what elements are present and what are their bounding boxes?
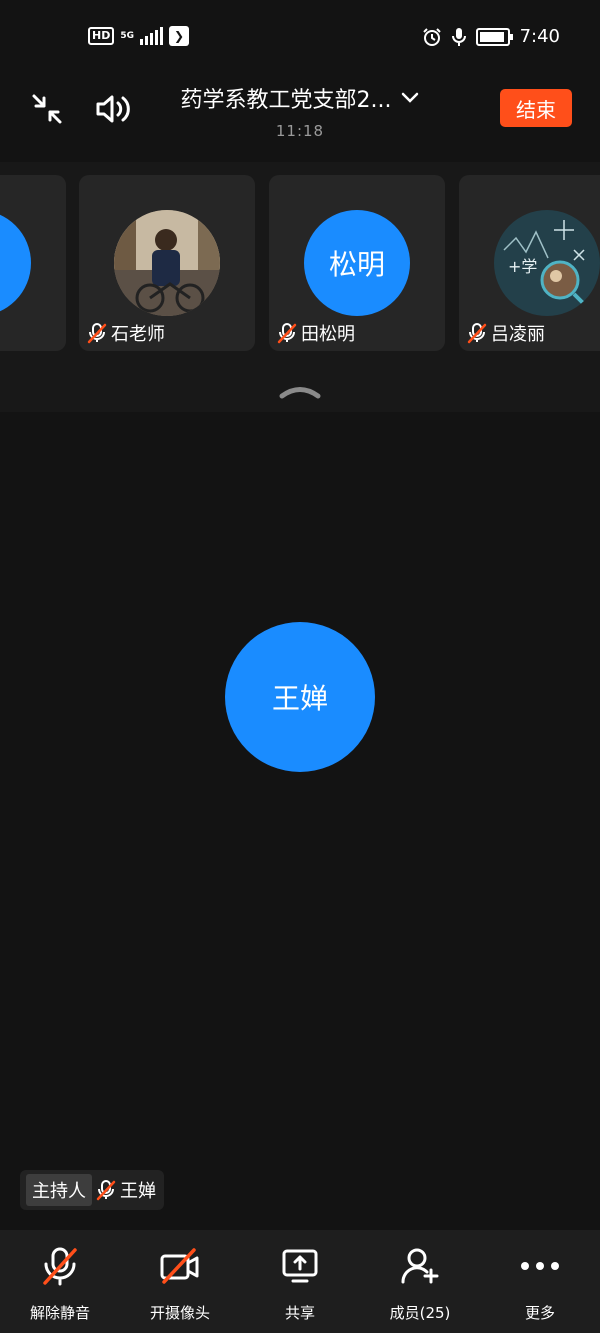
battery-icon <box>475 27 513 46</box>
camera-label: 开摄像头 <box>149 1304 210 1322</box>
avatar-photo: +学 <box>494 210 600 316</box>
mic-muted-icon <box>277 323 297 344</box>
participant-name: 石老师 <box>111 324 165 345</box>
status-left: HD 5G ❯ <box>88 26 189 46</box>
minimize-button[interactable] <box>24 86 70 132</box>
share-label: 共享 <box>284 1304 315 1322</box>
speaker-avatar: 王婵 <box>225 622 375 772</box>
participant-tile[interactable]: 石老师 <box>79 175 255 351</box>
participant-name-row: 吕凌丽 <box>467 320 545 346</box>
alarm-icon <box>422 27 441 46</box>
svg-text:+学: +学 <box>508 257 537 276</box>
clock-time: 7:40 <box>519 26 560 47</box>
unmute-button[interactable]: 解除静音 <box>0 1230 120 1333</box>
speaker-toggle-button[interactable] <box>90 86 136 132</box>
participant-tile[interactable]: +学 吕凌丽 <box>459 175 600 351</box>
camera-button[interactable]: 开摄像头 <box>120 1230 240 1333</box>
add-member-icon <box>400 1246 440 1286</box>
title-row: 药学系教工党支部2... <box>150 82 450 114</box>
mic-muted-icon <box>467 323 487 344</box>
avatar-photo <box>114 210 220 316</box>
status-right: 7:40 <box>422 26 560 47</box>
participant-name: 田松明 <box>301 324 355 345</box>
participant-strip[interactable]: 石老师 松明 田松明 +学 吕凌丽 <box>0 162 600 412</box>
end-meeting-button[interactable]: 结束 <box>500 89 572 127</box>
share-screen-icon <box>280 1246 320 1286</box>
mic-muted-icon <box>40 1246 80 1286</box>
avatar <box>0 210 31 316</box>
speaker-name: 王婵 <box>120 1181 156 1202</box>
collapse-strip-handle[interactable] <box>278 384 322 403</box>
meeting-title: 药学系教工党支部2... <box>180 88 392 113</box>
participant-tile-partial[interactable] <box>0 175 66 351</box>
members-label: 成员(25) <box>389 1304 451 1322</box>
chevron-down-icon <box>402 92 419 103</box>
avatar-initials: 松明 <box>304 210 410 316</box>
more-button[interactable]: 更多 <box>480 1230 600 1333</box>
meeting-title-area[interactable]: 药学系教工党支部2... 11:18 <box>150 82 450 140</box>
share-button[interactable]: 共享 <box>240 1230 360 1333</box>
mic-muted-icon <box>96 1180 116 1201</box>
unmute-label: 解除静音 <box>29 1304 90 1322</box>
meeting-toolbar: 解除静音 开摄像头 共享 成员(25) 更多 <box>0 1230 600 1333</box>
participant-name: 吕凌丽 <box>491 324 545 345</box>
chevron-up-icon <box>279 387 321 399</box>
host-role-badge: 主持人 <box>26 1174 92 1206</box>
camera-off-icon <box>160 1246 200 1286</box>
meeting-duration: 11:18 <box>275 122 325 140</box>
more-label: 更多 <box>524 1304 555 1322</box>
mic-muted-icon <box>87 323 107 344</box>
participant-tile[interactable]: 松明 田松明 <box>269 175 445 351</box>
speaker-volume-icon <box>96 95 130 123</box>
status-bar: HD 5G ❯ 7:40 <box>0 0 600 72</box>
more-dots-icon <box>520 1246 560 1286</box>
signal-bars-icon <box>140 27 163 45</box>
participant-name-row: 石老师 <box>87 320 165 346</box>
app-notification-icon: ❯ <box>169 26 189 46</box>
participant-name-row: 田松明 <box>277 320 355 346</box>
collapse-arrows-icon <box>32 94 62 124</box>
speaker-name-tag: 主持人 王婵 <box>20 1170 164 1210</box>
hd-badge: HD <box>88 27 115 45</box>
meeting-header: 药学系教工党支部2... 11:18 结束 <box>0 72 600 162</box>
signal-5g-label: 5G <box>120 31 134 41</box>
microphone-status-icon <box>451 27 466 46</box>
members-button[interactable]: 成员(25) <box>360 1230 480 1333</box>
